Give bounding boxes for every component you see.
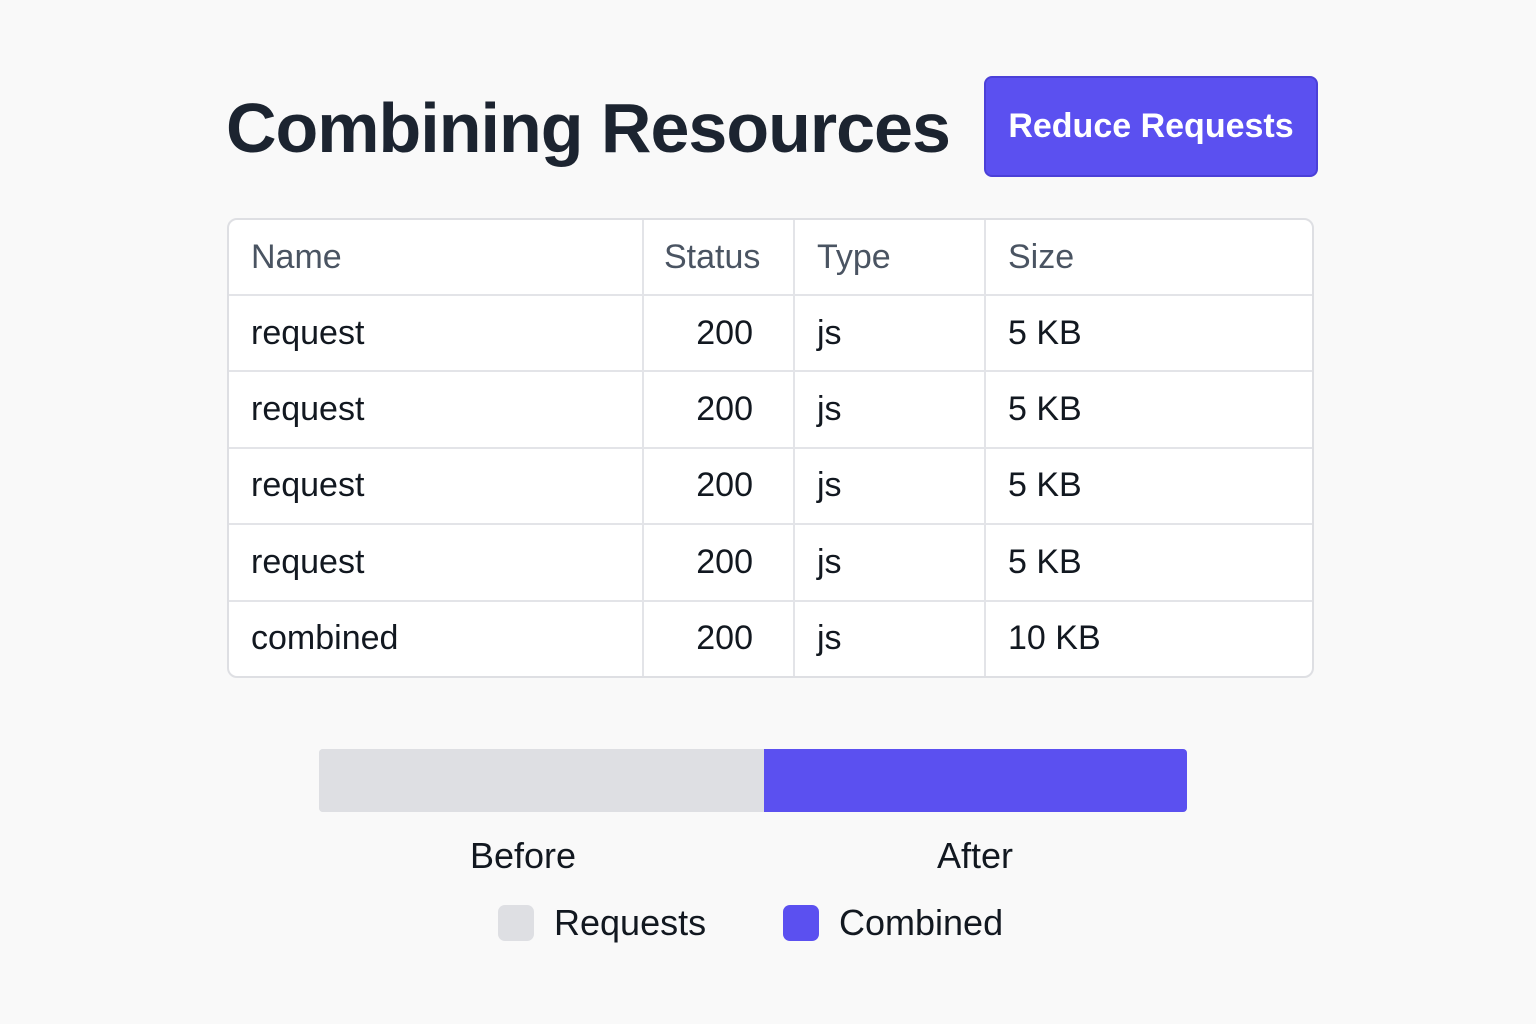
legend-item-requests: Requests [498, 902, 706, 944]
cell-status: 200 [643, 371, 795, 449]
cell-name: request [229, 447, 644, 526]
comparison-bar-after-segment [764, 749, 1187, 812]
cell-type: js [794, 600, 986, 676]
cell-size: 10 KB [1008, 619, 1101, 658]
table-row[interactable]: combined 200 js 10 KB [229, 600, 1312, 676]
table-row[interactable]: request 200 js 5 KB [229, 371, 1312, 449]
table-row[interactable]: request 200 js 5 KB [229, 524, 1312, 602]
column-header-status[interactable]: Status [643, 220, 795, 296]
legend-swatch-combined [783, 905, 819, 941]
page: Combining Resources Reduce Requests Name… [0, 0, 1536, 1024]
cell-type: js [794, 295, 986, 373]
cell-name: request [229, 524, 644, 602]
cell-type: js [794, 447, 986, 526]
cell-status: 200 [643, 295, 795, 373]
cell-status: 200 [643, 600, 795, 676]
before-label: Before [470, 835, 577, 876]
column-header-type[interactable]: Type [794, 220, 986, 296]
cell-size: 5 KB [985, 371, 1312, 449]
column-header-name[interactable]: Name [229, 220, 644, 296]
reduce-requests-button[interactable]: Reduce Requests [984, 76, 1318, 177]
comparison-bar [319, 749, 1187, 812]
table-header-row: Name Status Type Size [229, 220, 1312, 296]
legend-label-combined: Combined [839, 902, 1004, 943]
legend-label-requests: Requests [554, 902, 707, 943]
column-header-size[interactable]: Size [985, 220, 1312, 296]
cell-status: 200 [643, 447, 795, 526]
cell-type: js [794, 524, 986, 602]
legend-swatch-requests [498, 905, 534, 941]
cell-name: request [229, 295, 644, 373]
page-title: Combining Resources [226, 89, 951, 167]
cell-name: combined [229, 600, 644, 676]
comparison-bar-before-segment [319, 749, 765, 812]
cell-status: 200 [643, 524, 795, 602]
cell-name: request [229, 371, 644, 449]
cell-type: js [794, 371, 986, 449]
cell-size: 5 KB [985, 524, 1312, 602]
network-table: Name Status Type Size request 200 js 5 K… [227, 218, 1314, 678]
legend-item-combined: Combined [783, 902, 1003, 944]
cell-size: 5 KB [985, 447, 1312, 526]
table-row[interactable]: request 200 js 5 KB [229, 295, 1312, 373]
after-label: After [937, 835, 1014, 876]
table-row[interactable]: request 200 js 5 KB [229, 447, 1312, 526]
cell-size: 5 KB [985, 295, 1312, 373]
